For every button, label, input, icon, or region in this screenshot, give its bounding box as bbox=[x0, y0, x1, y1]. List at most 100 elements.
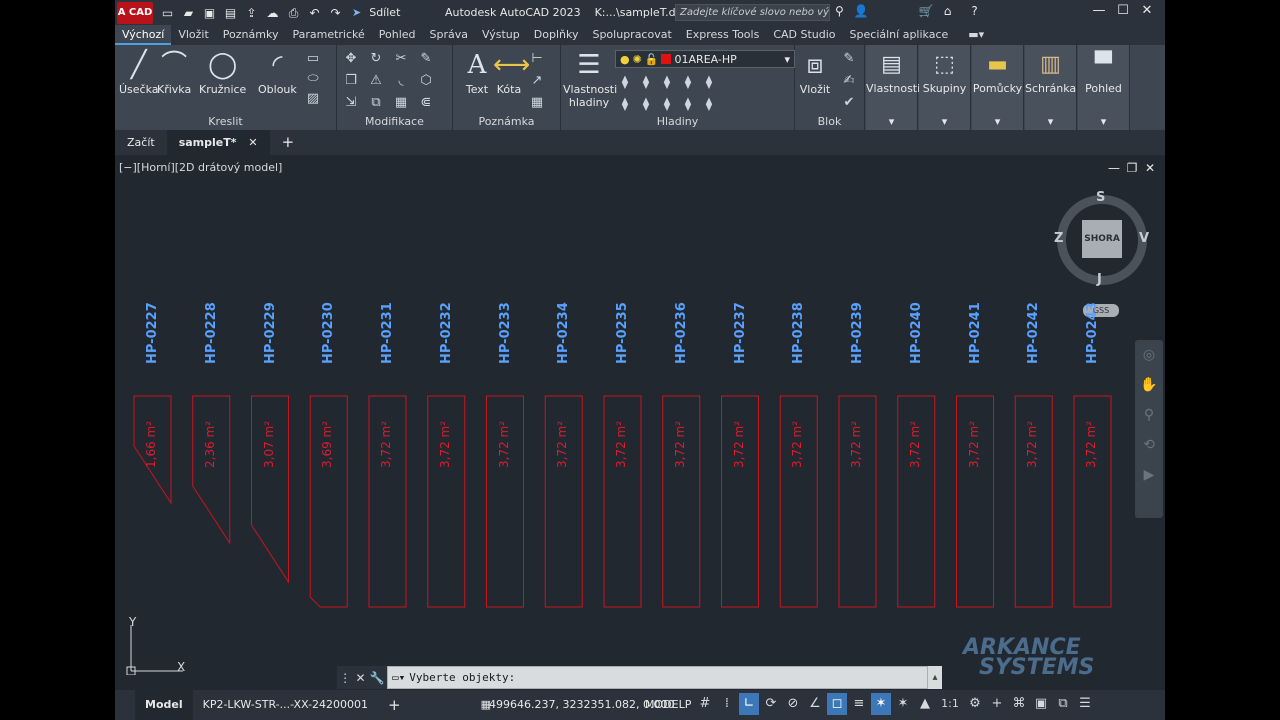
room-id-label[interactable]: HP-0231 bbox=[380, 302, 395, 364]
circle-tool[interactable]: ◯ Kružnice bbox=[199, 49, 246, 96]
dimension-tool[interactable]: ⟷ Kóta bbox=[493, 49, 530, 96]
clipboard-tile[interactable]: ▥ Schránka ▾ bbox=[1025, 45, 1077, 130]
rectangle-icon[interactable]: ▭ bbox=[305, 51, 321, 67]
copy-icon[interactable]: ❐ bbox=[343, 73, 359, 89]
insert-block-tool[interactable]: ⧈ Vložit bbox=[799, 49, 831, 96]
explode-icon[interactable]: ⬡ bbox=[418, 73, 434, 89]
tab-pohled[interactable]: Pohled bbox=[372, 25, 423, 45]
clean-screen-icon[interactable]: ⧉ bbox=[1053, 693, 1073, 715]
save-icon[interactable]: ▣ bbox=[201, 5, 218, 21]
room-id-label[interactable]: HP-0229 bbox=[263, 302, 278, 364]
showmotion-icon[interactable]: ▶ bbox=[1135, 460, 1163, 490]
room-id-label[interactable]: HP-0228 bbox=[204, 302, 219, 364]
tab-vystup[interactable]: Výstup bbox=[475, 25, 527, 45]
orbit-icon[interactable]: ⟲ bbox=[1135, 430, 1163, 460]
create-block-icon[interactable]: ✎ bbox=[841, 51, 857, 67]
room-area-label[interactable]: 3,72 m² bbox=[1084, 421, 1098, 468]
close-icon[interactable]: ✕ bbox=[1141, 161, 1159, 175]
leader-icon[interactable]: ↗ bbox=[529, 73, 545, 89]
annotation-scale-icon[interactable]: ▲ bbox=[915, 693, 935, 715]
tab-cad-studio[interactable]: CAD Studio bbox=[766, 25, 842, 45]
room-area-label[interactable]: 3,72 m² bbox=[614, 421, 628, 468]
ortho-icon[interactable]: ∟ bbox=[739, 693, 759, 715]
tab-spolupracovat[interactable]: Spolupracovat bbox=[585, 25, 678, 45]
panel-layers-title[interactable]: Hladiny bbox=[561, 115, 794, 128]
compass-north[interactable]: S bbox=[1096, 190, 1105, 205]
layer-tool-1-icon[interactable]: ⧫ bbox=[617, 75, 633, 91]
arc-tool[interactable]: ◜ Oblouk bbox=[258, 49, 297, 96]
room-area-label[interactable]: 1,66 m² bbox=[144, 421, 158, 468]
restore-icon[interactable]: ☐ bbox=[1111, 3, 1135, 18]
layer-tool-9-icon[interactable]: ⧫ bbox=[680, 97, 696, 113]
rotate-icon[interactable]: ↻ bbox=[368, 51, 384, 67]
new-icon[interactable]: ▭ bbox=[159, 5, 176, 21]
scale-icon[interactable]: ⧉ bbox=[368, 95, 384, 111]
restore-icon[interactable]: ❐ bbox=[1123, 161, 1141, 175]
viewport-controls-label[interactable]: [−][Horní][2D drátový model] bbox=[119, 161, 282, 174]
room-area-label[interactable]: 3,72 m² bbox=[1025, 421, 1039, 468]
osnap-tracking-icon[interactable]: ∠ bbox=[805, 693, 825, 715]
room-id-label[interactable]: HP-0236 bbox=[674, 302, 689, 364]
snap-icon[interactable]: ⁞ bbox=[717, 693, 737, 715]
room-id-label[interactable]: HP-0240 bbox=[909, 302, 924, 364]
mirror-icon[interactable]: ⚠ bbox=[368, 73, 384, 89]
close-icon[interactable]: ✕ bbox=[1135, 3, 1159, 18]
table-icon[interactable]: ▦ bbox=[529, 95, 545, 111]
room-id-label[interactable]: HP-0243 bbox=[1085, 302, 1100, 364]
tab-vychozi[interactable]: Výchozí bbox=[115, 25, 172, 45]
layer-tool-2-icon[interactable]: ⧫ bbox=[638, 75, 654, 91]
cart-icon[interactable]: 🛒 bbox=[919, 4, 934, 18]
edit-block-icon[interactable]: ✍ bbox=[841, 73, 857, 89]
room-area-label[interactable]: 2,36 m² bbox=[203, 421, 217, 468]
room-area-label[interactable]: 3,72 m² bbox=[967, 421, 981, 468]
room-area-label[interactable]: 3,72 m² bbox=[673, 421, 687, 468]
help-icon[interactable]: ? bbox=[971, 4, 977, 18]
search-icon[interactable]: ⚲ bbox=[835, 4, 844, 18]
command-history-icon[interactable]: ▭▾ bbox=[392, 671, 405, 684]
grip-icon[interactable]: ⋮ bbox=[339, 671, 351, 685]
redo-icon[interactable]: ↷ bbox=[327, 5, 344, 21]
room-area-label[interactable]: 3,72 m² bbox=[908, 421, 922, 468]
compass-west[interactable]: Z bbox=[1054, 231, 1063, 246]
polar-icon[interactable]: ⟳ bbox=[761, 693, 781, 715]
tab-model[interactable]: Model bbox=[135, 690, 193, 720]
room-id-label[interactable]: HP-0227 bbox=[145, 302, 160, 364]
model-space-toggle[interactable]: MODELP bbox=[645, 698, 691, 711]
ellipse-icon[interactable]: ⬭ bbox=[305, 71, 321, 87]
scale-label[interactable]: 1:1 bbox=[937, 693, 963, 715]
line-tool[interactable]: ╱ Úsečka bbox=[119, 49, 159, 96]
wrench-icon[interactable]: 🔧 bbox=[370, 671, 385, 685]
isolate-objects-icon[interactable]: ⌘ bbox=[1009, 693, 1029, 715]
pan-icon[interactable]: ✋ bbox=[1135, 370, 1163, 400]
minimize-icon[interactable]: — bbox=[1087, 3, 1111, 18]
array-icon[interactable]: ▦ bbox=[393, 95, 409, 111]
undo-icon[interactable]: ↶ bbox=[306, 5, 323, 21]
hatch-icon[interactable]: ▨ bbox=[305, 91, 321, 107]
tab-express-tools[interactable]: Express Tools bbox=[679, 25, 767, 45]
osnap-icon[interactable]: ◻ bbox=[827, 693, 847, 715]
panel-block-title[interactable]: Blok bbox=[795, 115, 864, 128]
tab-specialni-aplikace[interactable]: Speciální aplikace bbox=[843, 25, 956, 45]
utilities-tile[interactable]: ▬ Pomůcky ▾ bbox=[972, 45, 1024, 130]
print-icon[interactable]: ⎙ bbox=[285, 5, 302, 21]
room-area-label[interactable]: 3,72 m² bbox=[790, 421, 804, 468]
room-area-label[interactable]: 3,72 m² bbox=[849, 421, 863, 468]
room-id-label[interactable]: HP-0237 bbox=[733, 302, 748, 364]
tab-poznamky[interactable]: Poznámky bbox=[216, 25, 286, 45]
add-icon[interactable]: + bbox=[987, 693, 1007, 715]
room-id-label[interactable]: HP-0233 bbox=[498, 302, 513, 364]
linear-dim-icon[interactable]: ⊢ bbox=[529, 51, 545, 67]
viewcube-face[interactable]: SHORA bbox=[1082, 220, 1122, 258]
layer-tool-7-icon[interactable]: ⧫ bbox=[638, 97, 654, 113]
room-area-label[interactable]: 3,72 m² bbox=[555, 421, 569, 468]
room-area-label[interactable]: 3,72 m² bbox=[732, 421, 746, 468]
fillet-icon[interactable]: ◟ bbox=[393, 73, 409, 89]
share-button[interactable]: Sdílet bbox=[369, 6, 400, 19]
zoom-icon[interactable]: ⚲ bbox=[1135, 400, 1163, 430]
room-area-label[interactable]: 3,72 m² bbox=[438, 421, 452, 468]
room-id-label[interactable]: HP-0230 bbox=[321, 302, 336, 364]
steering-wheel-icon[interactable]: ◎ bbox=[1135, 340, 1163, 370]
move-icon[interactable]: ✥ bbox=[343, 51, 359, 67]
help-search-input[interactable]: Zadejte klíčové slovo nebo výraz. bbox=[675, 4, 830, 21]
tab-vlozit[interactable]: Vložit bbox=[171, 25, 215, 45]
